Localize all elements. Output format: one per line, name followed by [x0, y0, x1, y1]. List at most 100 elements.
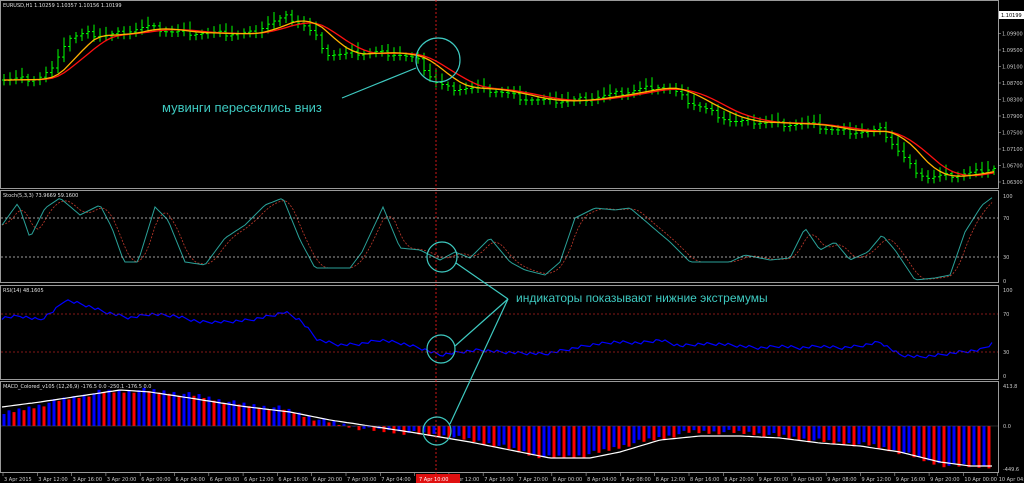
macd-histogram-bar — [7, 410, 11, 426]
price-axis-label: 1.09900 — [1002, 32, 1023, 38]
macd-histogram-bar — [467, 426, 471, 439]
macd-histogram-bar — [317, 419, 321, 426]
macd-histogram-bar — [782, 426, 786, 435]
macd-histogram-bar — [897, 426, 901, 455]
macd-histogram-bar — [842, 426, 846, 446]
price-axis-label: 1.08300 — [1002, 98, 1023, 104]
rsi-axis: 100 70 30 0 — [1003, 288, 1013, 380]
macd-histogram-bar — [827, 426, 831, 441]
stoch-title: Stoch(5,3,3) 73.9669 59.1600 — [3, 193, 78, 199]
macd-histogram-bar — [562, 426, 566, 459]
macd-histogram-bar — [907, 426, 911, 453]
macd-histogram-bar — [612, 426, 616, 448]
macd-histogram-bar — [267, 409, 271, 426]
macd-histogram-bar — [77, 398, 81, 426]
macd-histogram-bar — [472, 426, 476, 442]
macd-histogram-bar — [867, 426, 871, 446]
macd-histogram-bar — [152, 389, 156, 426]
macd-histogram-bar — [492, 426, 496, 448]
rsi-pane-border — [0, 285, 999, 380]
macd-histogram-bar — [682, 426, 686, 431]
macd-histogram-bar — [572, 426, 576, 459]
macd-histogram-bar — [522, 426, 526, 452]
macd-histogram-bar — [657, 426, 661, 437]
stoch-axis-label: 0 — [1003, 279, 1006, 285]
macd-histogram-bar — [512, 426, 516, 448]
time-axis-label: 8 Apr 12:00 — [656, 477, 685, 483]
time-axis-label: 9 Apr 08:00 — [827, 477, 856, 483]
macd-histogram-bar — [587, 426, 591, 455]
macd-histogram-bar — [962, 426, 966, 465]
macd-histogram-bar — [112, 392, 116, 426]
price-axis-label: 1.07500 — [1002, 131, 1023, 137]
trading-chart[interactable]: мувинги пересеклись вниз индикаторы пока… — [0, 0, 1024, 483]
rsi-axis-label: 0 — [1003, 374, 1006, 380]
macd-histogram-bar — [722, 426, 726, 433]
macd-histogram-bar — [627, 426, 631, 447]
macd-histogram-bar — [57, 400, 61, 426]
indicators-annotation: индикаторы показывают нижние экстремумы — [516, 291, 768, 305]
macd-histogram-bar — [82, 394, 86, 426]
macd-histogram-bar — [847, 426, 851, 443]
macd-histogram-bar — [662, 426, 666, 439]
price-axis-label: 1.09500 — [1002, 48, 1023, 54]
macd-histogram-bar — [102, 392, 106, 426]
macd-histogram-bar — [247, 406, 251, 426]
macd-histogram-bar — [172, 391, 176, 426]
macd-histogram-bar — [772, 426, 776, 433]
macd-histogram-bar — [292, 413, 296, 426]
price-axis-label: 1.07900 — [1002, 114, 1023, 120]
macd-histogram-bar — [162, 390, 166, 426]
macd-histogram-bar — [182, 393, 186, 426]
macd-histogram-bar — [527, 426, 531, 456]
macd-histogram-bar — [797, 426, 801, 441]
stoch-axis-label: 100 — [1003, 194, 1013, 200]
macd-histogram-bar — [607, 426, 611, 451]
macd-histogram-bar — [62, 397, 66, 426]
macd-histogram-bar — [832, 426, 836, 444]
macd-axis-label: -449.6 — [1003, 467, 1019, 473]
time-axis-label: 8 Apr 20:00 — [724, 477, 753, 483]
macd-histogram-bar — [707, 426, 711, 434]
macd-histogram-bar — [807, 426, 811, 443]
macd-histogram-bar — [622, 426, 626, 445]
time-axis-label: 7 Apr 00:00 — [347, 477, 376, 483]
macd-histogram-bar — [502, 426, 506, 445]
macd-histogram-bar — [32, 408, 36, 426]
macd-histogram-bar — [967, 426, 971, 468]
macd-histogram-bar — [602, 426, 606, 450]
macd-histogram-bar — [72, 396, 76, 426]
macd-histogram-bar — [672, 426, 676, 438]
macd-axis-label: 0.0 — [1003, 424, 1011, 430]
time-axis-label: 8 Apr 08:00 — [621, 477, 650, 483]
macd-histogram-bar — [127, 389, 131, 426]
macd-histogram-bar — [442, 426, 446, 436]
symbol-title: EURUSD,H1 1.10259 1.10357 1.10156 1.1019… — [3, 3, 122, 9]
macd-histogram-bar — [222, 403, 226, 426]
macd-histogram-bar — [987, 426, 991, 469]
macd-histogram-bar — [312, 420, 316, 426]
macd-histogram-bar — [342, 423, 346, 426]
macd-histogram-bar — [87, 396, 91, 426]
time-axis: 3 Apr 2015 3 Apr 12:00 3 Apr 16:00 3 Apr 20… — [2, 473, 1024, 483]
time-axis-label: 7 Apr 04:00 — [381, 477, 410, 483]
rsi-pointer — [454, 298, 509, 347]
stoch-axis-label: 70 — [1003, 216, 1009, 222]
time-axis-label: 6 Apr 08:00 — [210, 477, 239, 483]
price-series-layer — [2, 9, 996, 184]
macd-histogram-bar — [332, 421, 336, 426]
time-axis-label: 7 Apr 20:00 — [519, 477, 548, 483]
macd-histogram-bar — [912, 426, 916, 458]
stoch-axis: 100 70 30 0 — [1003, 194, 1013, 285]
macd-histogram-bar — [362, 426, 366, 429]
macd-histogram-bar — [42, 406, 46, 426]
macd-histogram-bar — [767, 426, 771, 435]
macd-histogram-bar — [52, 399, 56, 426]
macd-histogram-bar — [227, 401, 231, 426]
macd-histogram-bar — [257, 407, 261, 426]
macd-histogram-bar — [277, 405, 281, 426]
rsi-axis-label: 30 — [1003, 350, 1009, 356]
ma-cross-annotation: мувинги пересеклись вниз — [162, 100, 322, 115]
macd-histogram-bar — [477, 426, 481, 441]
price-axis-label: 1.07100 — [1002, 147, 1023, 153]
